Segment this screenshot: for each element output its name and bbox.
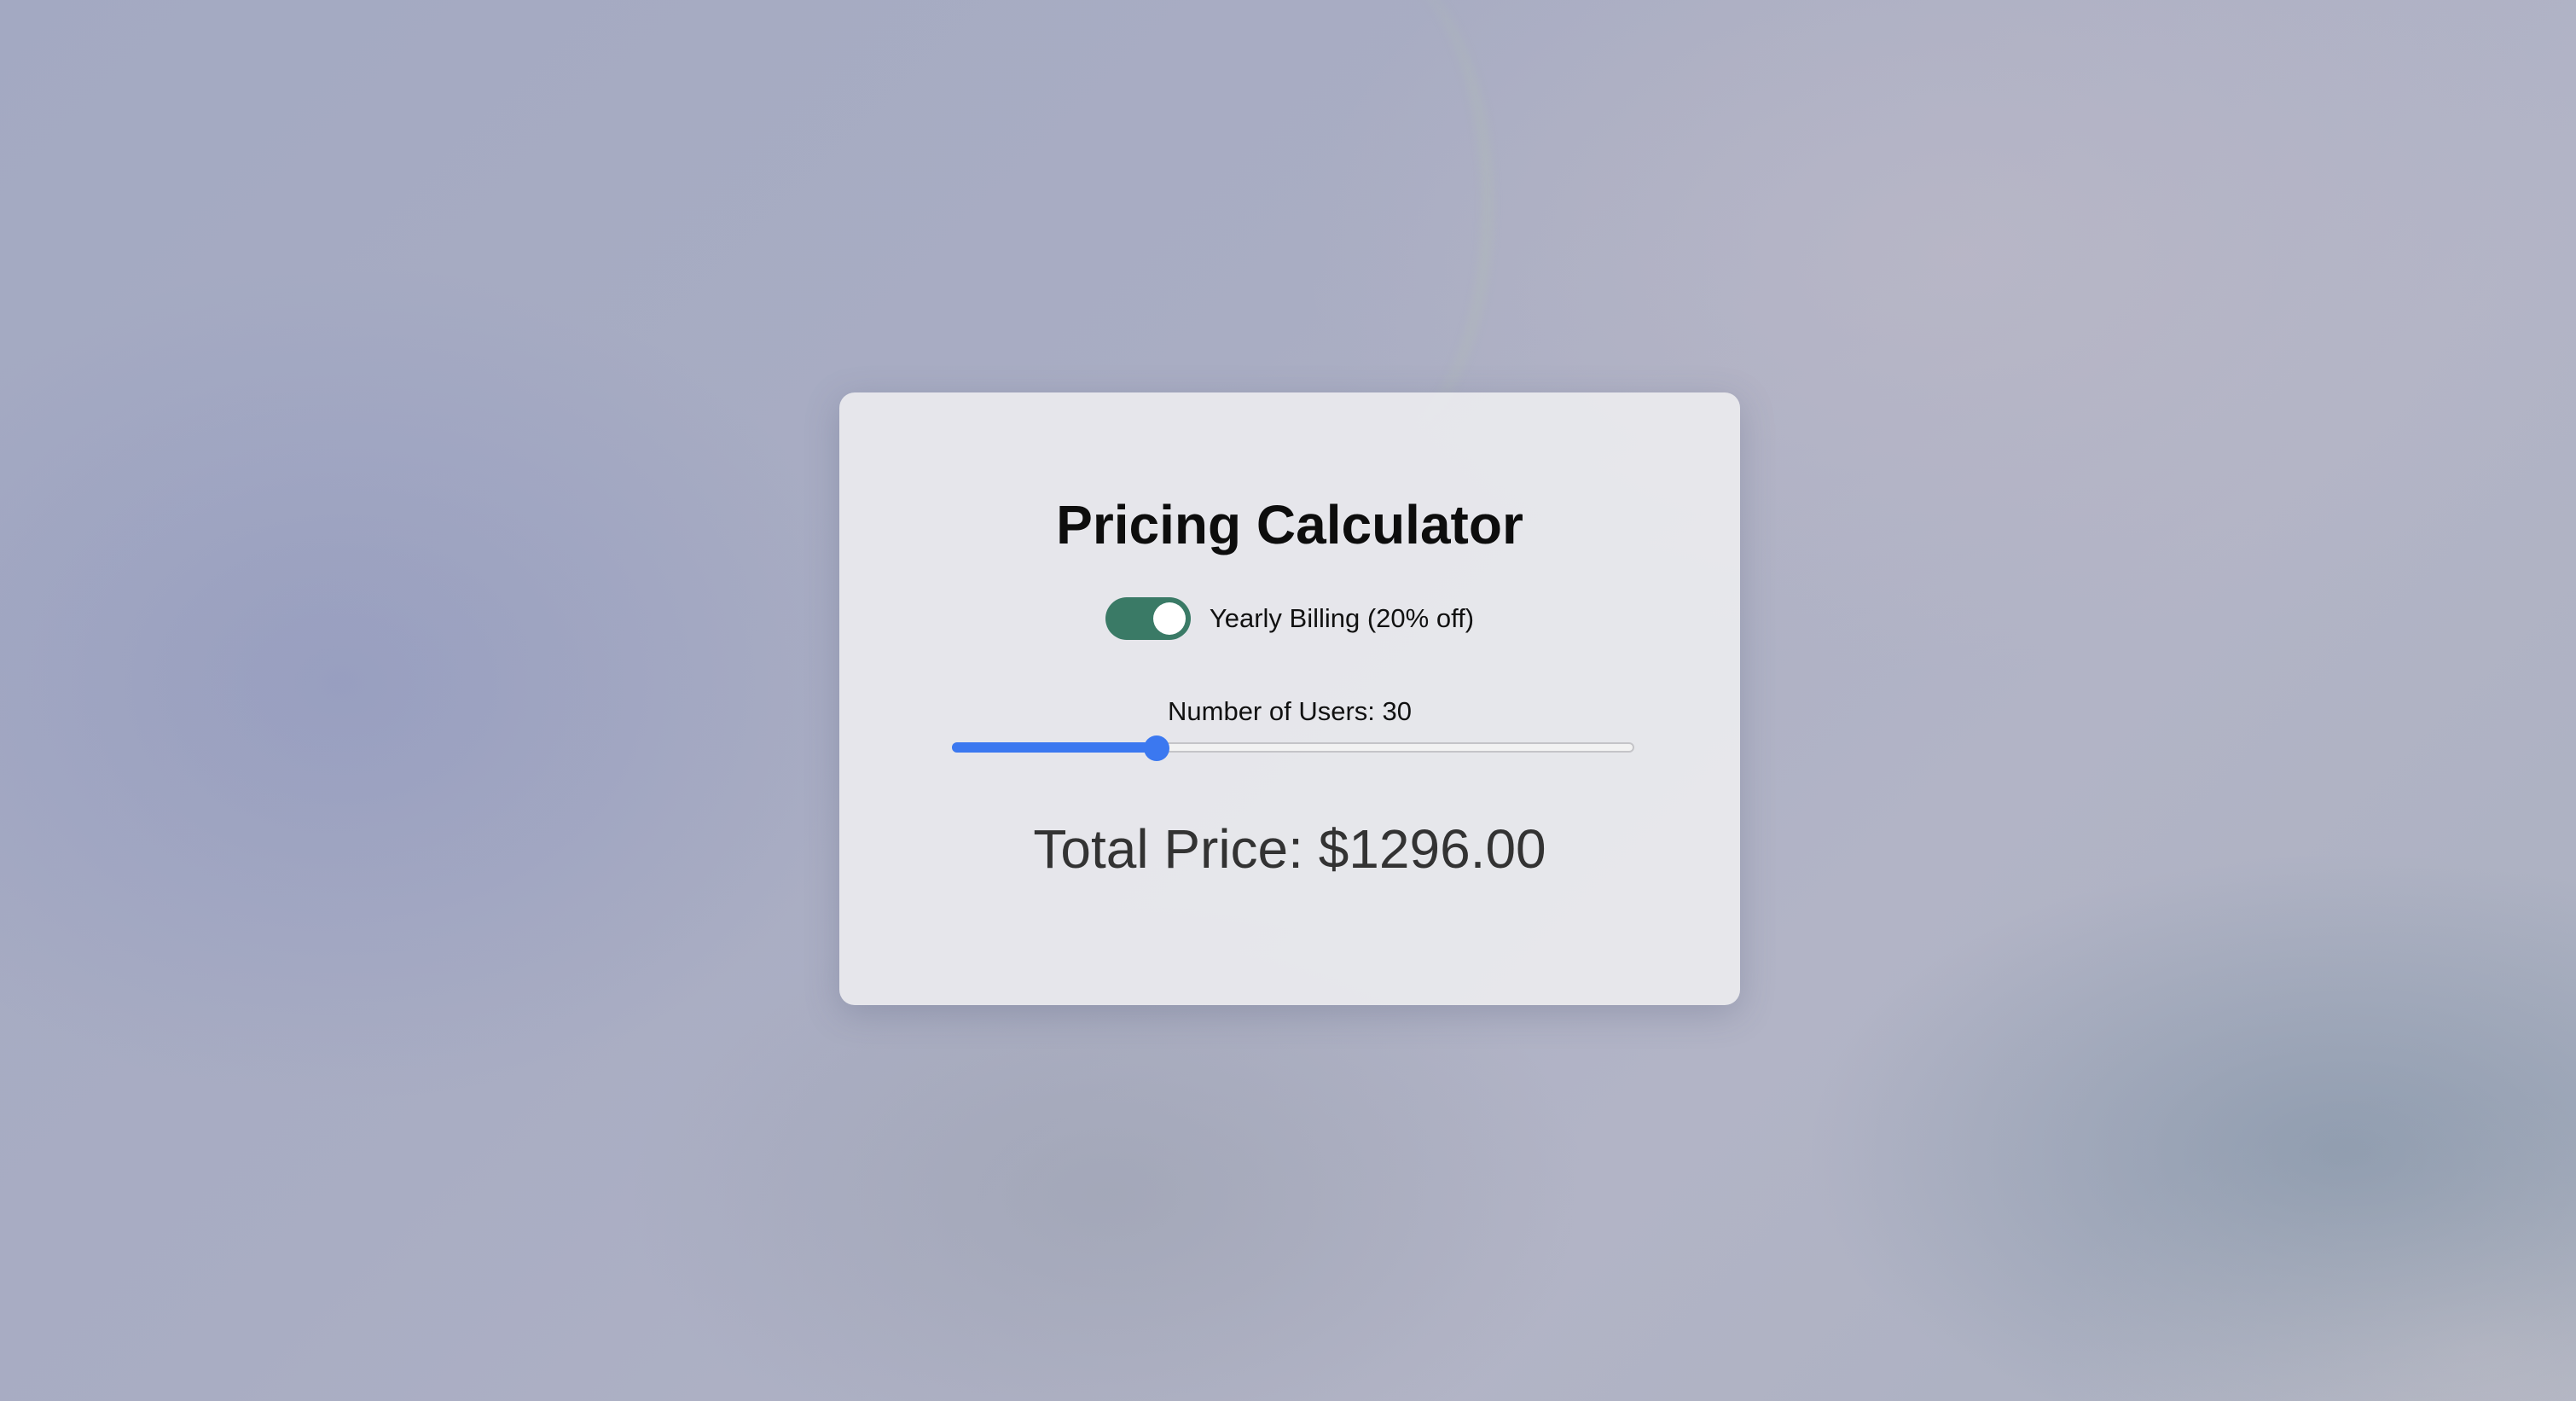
slider-thumb[interactable] — [1144, 735, 1169, 761]
users-slider[interactable] — [952, 735, 1634, 761]
toggle-knob — [1152, 602, 1186, 635]
page-title: Pricing Calculator — [1056, 494, 1523, 555]
yearly-billing-label: Yearly Billing (20% off) — [1209, 603, 1475, 633]
billing-toggle-row: Yearly Billing (20% off) — [839, 597, 1740, 640]
users-count-label: Number of Users: 30 — [1168, 696, 1412, 726]
pricing-calculator-card: Pricing Calculator Yearly Billing (20% o… — [839, 392, 1740, 1005]
total-price: Total Price: $1296.00 — [1033, 818, 1546, 880]
slider-fill — [952, 742, 1157, 753]
background-decoration — [1262, 0, 1491, 444]
yearly-billing-toggle[interactable] — [1105, 597, 1191, 640]
